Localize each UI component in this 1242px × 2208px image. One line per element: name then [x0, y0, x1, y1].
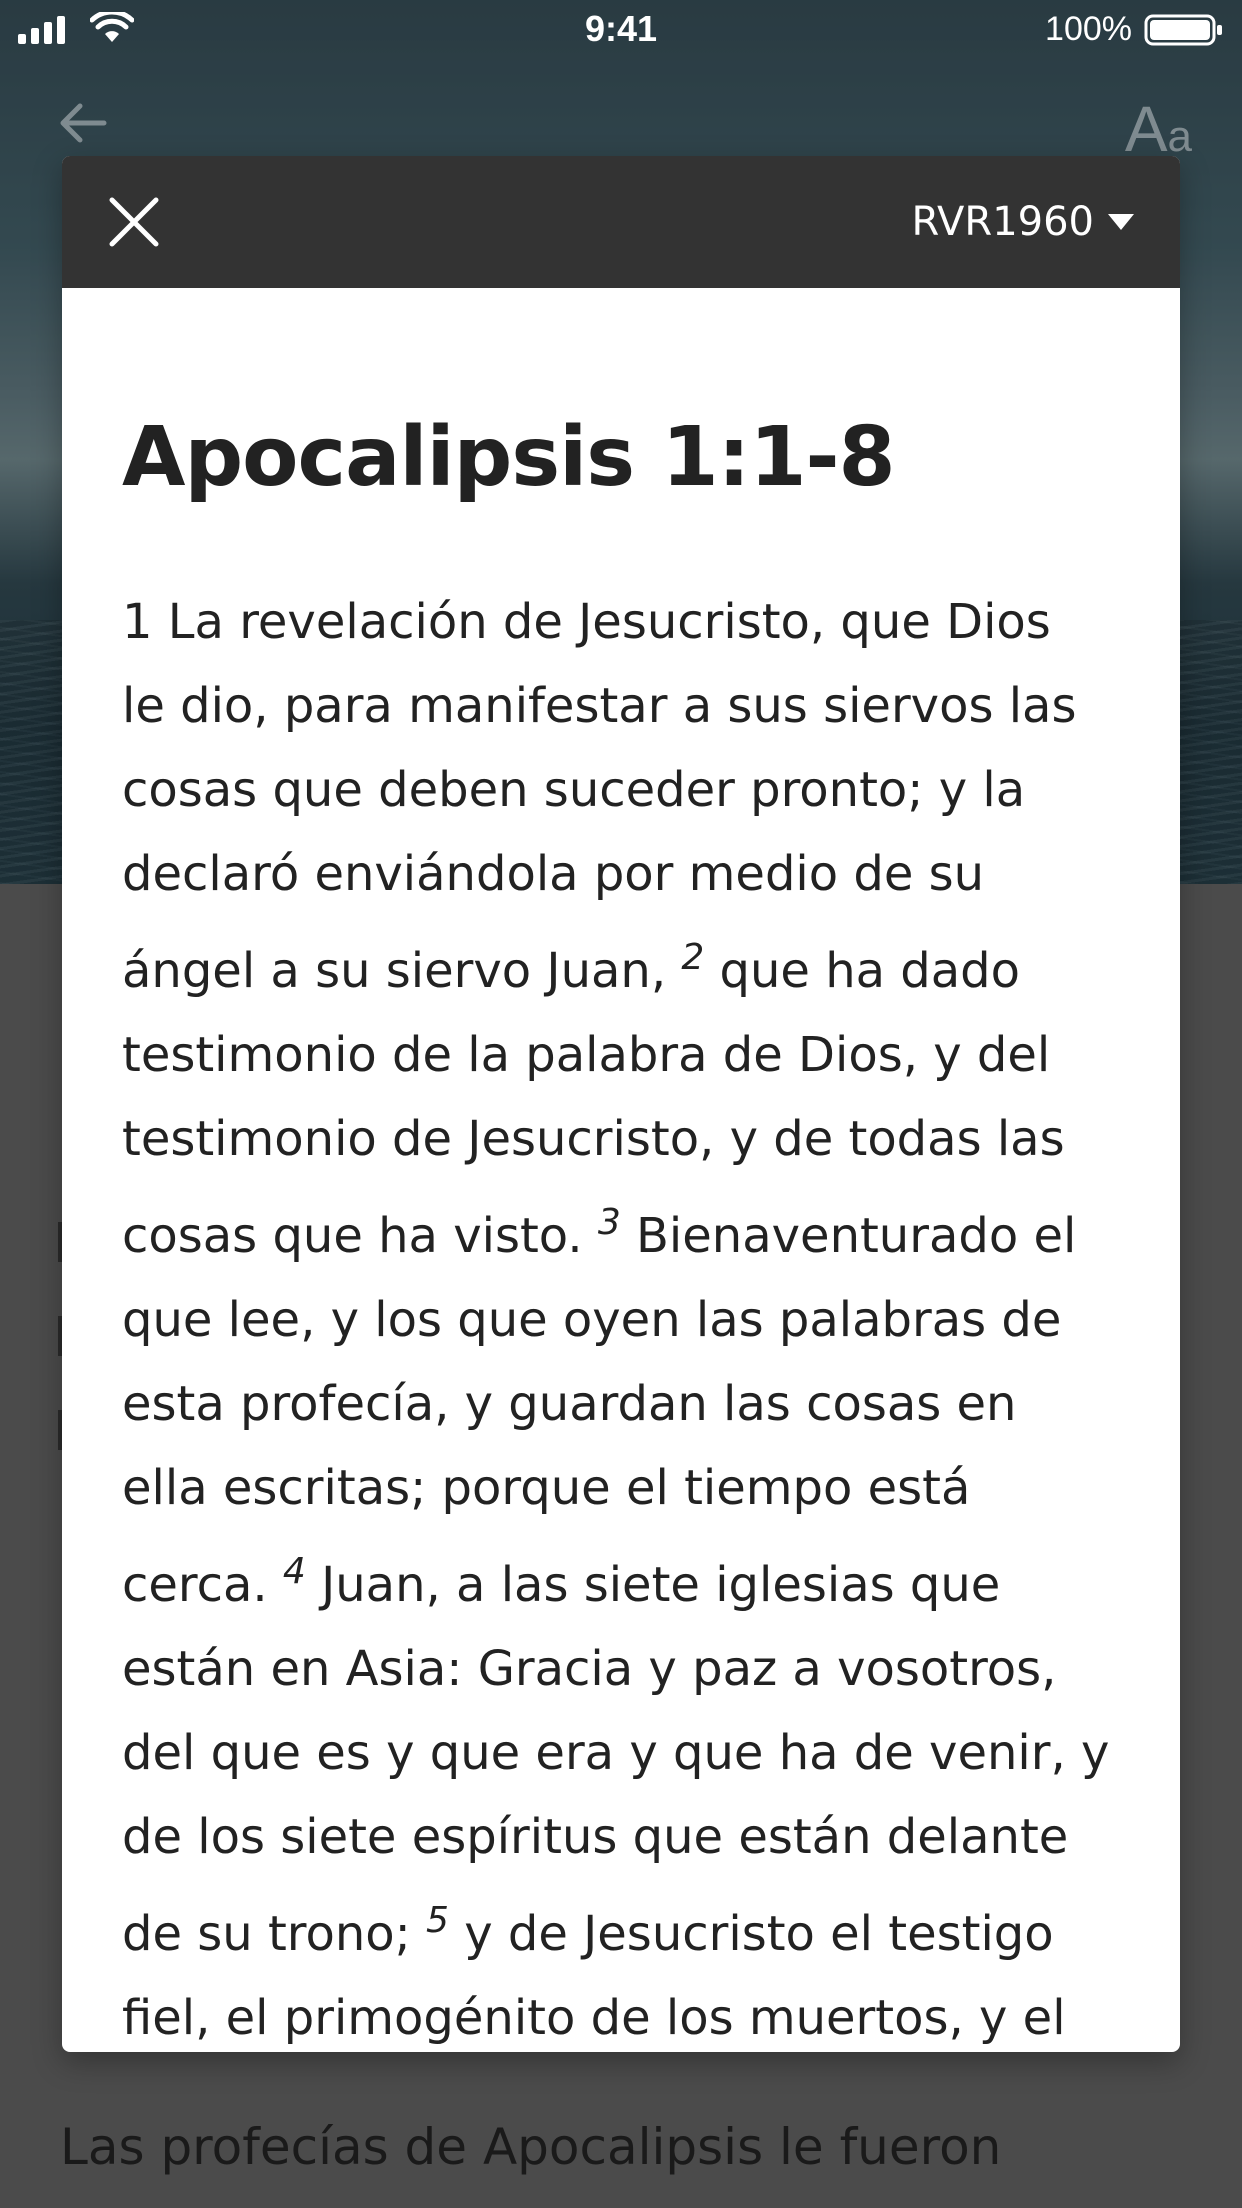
passage-line-text: declaró enviándola por medio de su: [122, 846, 985, 902]
passage-line-text: que lee, y los que oyen las palabras de: [122, 1292, 1062, 1348]
passage-line-text: testimonio de Jesucristo, y de todas las: [122, 1111, 1065, 1167]
passage-line: fiel, el primogénito de los muertos, y e…: [122, 1976, 1132, 2052]
passage-title: Apocalipsis 1:1-8: [122, 410, 896, 505]
verse-number: 2: [681, 937, 705, 978]
passage-line-text: le dio, para manifestar a sus siervos la…: [122, 678, 1077, 734]
passage-line-text: cerca.: [122, 1557, 283, 1613]
passage-line-text: fiel, el primogénito de los muertos, y e…: [122, 1990, 1066, 2046]
passage-line-text: ángel a su siervo Juan,: [122, 943, 682, 999]
scripture-modal: RVR1960 Apocalipsis 1:1-8 1 La revelació…: [62, 156, 1180, 2052]
passage-line-text: testimonio de la palabra de Dios, y del: [122, 1027, 1051, 1083]
passage-line: le dio, para manifestar a sus siervos la…: [122, 664, 1132, 748]
close-icon[interactable]: [104, 192, 164, 252]
verse-number: 4: [282, 1551, 306, 1592]
back-arrow-icon[interactable]: [58, 98, 108, 148]
passage-line-text: de su trono;: [122, 1906, 427, 1962]
verse-number: 5: [426, 1900, 449, 1941]
passage-line-text: 1 La revelación de Jesucristo, que Dios: [122, 594, 1051, 650]
passage-line: que lee, y los que oyen las palabras de: [122, 1278, 1132, 1362]
passage-line: ella escritas; porque el tiempo está: [122, 1446, 1132, 1530]
passage-line-text: esta profecía, y guardan las cosas en: [122, 1376, 1017, 1432]
font-size-button[interactable]: Aa: [1125, 92, 1192, 165]
passage-line: cosas que ha visto. 3 Bienaventurado el: [122, 1181, 1132, 1278]
passage-line-text: Juan, a las siete iglesias que: [305, 1557, 1001, 1613]
passage-line-text: que ha dado: [704, 943, 1021, 999]
passage-line-text: cosas que ha visto.: [122, 1208, 598, 1264]
devotional-text: Las profecías de Apocalipsis le fueron: [60, 2118, 1002, 2176]
battery-percentage: 100%: [1045, 10, 1132, 48]
font-size-small-letter: a: [1167, 112, 1192, 161]
status-bar: 9:41 100%: [0, 0, 1242, 60]
passage-line: de los siete espíritus que están delante: [122, 1795, 1132, 1879]
passage-line: 1 La revelación de Jesucristo, que Dios: [122, 580, 1132, 664]
passage-line-text: cosas que deben suceder pronto; y la: [122, 762, 1026, 818]
passage-text: 1 La revelación de Jesucristo, que Dios l…: [122, 580, 1132, 2052]
passage-line: declaró enviándola por medio de su: [122, 832, 1132, 916]
passage-line-text: están en Asia: Gracia y paz a vosotros,: [122, 1641, 1057, 1697]
passage-line: cosas que deben suceder pronto; y la: [122, 748, 1132, 832]
battery-icon: [1144, 14, 1222, 46]
passage-line-text: Bienaventurado el: [620, 1208, 1077, 1264]
passage-line-text: ella escritas; porque el tiempo está: [122, 1460, 971, 1516]
passage-line: del que es y que era y que ha de venir, …: [122, 1711, 1132, 1795]
passage-line-text: y de Jesucristo el testigo: [448, 1906, 1054, 1962]
chevron-down-icon: [1108, 214, 1134, 230]
verse-number: 3: [597, 1202, 621, 1243]
version-label: RVR1960: [911, 199, 1094, 245]
passage-line-text: del que es y que era y que ha de venir, …: [122, 1725, 1110, 1781]
passage-line: esta profecía, y guardan las cosas en: [122, 1362, 1132, 1446]
font-size-big-letter: A: [1124, 93, 1168, 165]
version-selector[interactable]: RVR1960: [911, 192, 1134, 252]
passage-line: testimonio de la palabra de Dios, y del: [122, 1013, 1132, 1097]
passage-line-text: de los siete espíritus que están delante: [122, 1809, 1069, 1865]
passage-line: testimonio de Jesucristo, y de todas las: [122, 1097, 1132, 1181]
modal-header: RVR1960: [62, 156, 1180, 288]
passage-line: de su trono; 5 y de Jesucristo el testig…: [122, 1879, 1132, 1976]
passage-line: están en Asia: Gracia y paz a vosotros,: [122, 1627, 1132, 1711]
passage-line: cerca. 4 Juan, a las siete iglesias que: [122, 1530, 1132, 1627]
passage-line: ángel a su siervo Juan, 2 que ha dado: [122, 916, 1132, 1013]
